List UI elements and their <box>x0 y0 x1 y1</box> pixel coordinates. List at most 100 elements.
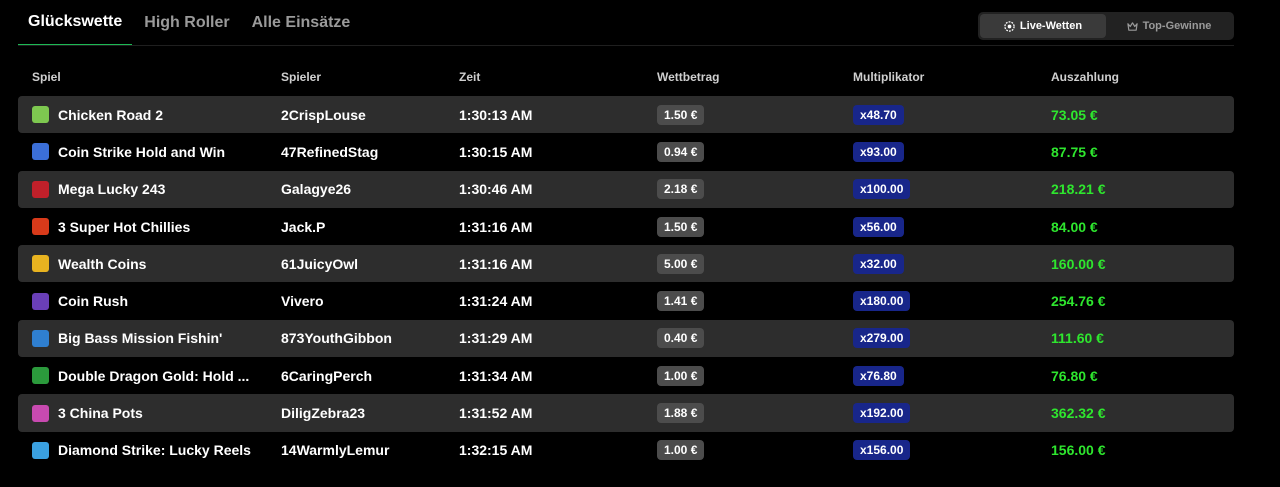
table-row[interactable]: Mega Lucky 243 Galagye26 1:30:46 AM 2.18 € x… <box>18 170 1234 208</box>
header-multiplier: Multiplikator <box>853 70 925 84</box>
game-cell[interactable]: Coin Rush <box>32 282 128 319</box>
player-name: Vivero <box>281 293 324 310</box>
game-name[interactable]: 3 Super Hot Chillies <box>58 219 190 235</box>
bet-time: 1:31:16 AM <box>459 255 533 272</box>
game-cell[interactable]: Mega Lucky 243 <box>32 171 165 208</box>
bet-time: 1:31:52 AM <box>459 405 533 422</box>
payout-amount: 254.76 € <box>1051 293 1106 310</box>
header-bet: Wettbetrag <box>657 70 720 84</box>
game-name[interactable]: Coin Strike Hold and Win <box>58 144 225 160</box>
table-row[interactable]: Double Dragon Gold: Hold ... 6CaringPerch… <box>18 357 1234 394</box>
bet-amount-badge: 1.00 € <box>657 365 705 386</box>
payout-amount: 76.80 € <box>1051 367 1098 384</box>
bets-table: Chicken Road 2 2CrispLouse 1:30:13 AM 1.50 … <box>18 96 1234 469</box>
bet-amount-badge: 1.50 € <box>657 104 705 125</box>
game-cell[interactable]: 3 China Pots <box>32 394 143 431</box>
coin-game-icon <box>32 143 49 161</box>
multiplier-cell: x93.00 <box>853 133 904 170</box>
bet-amount-cell: 1.00 € <box>657 357 705 394</box>
bet-time: 1:31:34 AM <box>459 367 533 384</box>
table-row[interactable]: 3 Super Hot Chillies Jack.P 1:31:16 AM 1.50… <box>18 208 1234 245</box>
multiplier-badge: x156.00 <box>853 440 911 461</box>
payout-amount: 87.75 € <box>1051 143 1098 160</box>
bet-amount-badge: 1.00 € <box>657 440 705 461</box>
payout-amount: 73.05 € <box>1051 106 1098 123</box>
bet-amount-badge: 0.40 € <box>657 328 705 349</box>
player-name: 6CaringPerch <box>281 367 373 384</box>
multiplier-badge: x192.00 <box>853 403 911 424</box>
tab-high-roller[interactable]: High Roller <box>134 0 239 46</box>
multiplier-badge: x56.00 <box>853 216 904 237</box>
table-row[interactable]: Coin Rush Vivero 1:31:24 AM 1.41 € x180.00 25… <box>18 282 1234 319</box>
player-name: 873YouthGibbon <box>281 330 392 347</box>
multiplier-badge: x32.00 <box>853 253 904 274</box>
bet-time: 1:30:13 AM <box>459 106 533 123</box>
payout-amount: 160.00 € <box>1051 255 1106 272</box>
game-cell[interactable]: Diamond Strike: Lucky Reels <box>32 432 251 469</box>
dragon-game-icon <box>32 367 49 385</box>
bet-amount-cell: 1.88 € <box>657 394 705 431</box>
multiplier-badge: x180.00 <box>853 291 911 312</box>
bet-amount-cell: 1.50 € <box>657 96 705 133</box>
bet-amount-cell: 1.00 € <box>657 432 705 469</box>
game-name[interactable]: Coin Rush <box>58 293 128 309</box>
crown-icon <box>1126 21 1138 31</box>
chilli-game-icon <box>32 218 49 236</box>
lucky-game-icon <box>32 180 49 198</box>
game-cell[interactable]: Big Bass Mission Fishin' <box>32 320 222 357</box>
table-row[interactable]: Big Bass Mission Fishin' 873YouthGibbon 1:… <box>18 319 1234 358</box>
top-wins-label: Top-Gewinne <box>1142 20 1212 32</box>
game-name[interactable]: Chicken Road 2 <box>58 107 163 123</box>
game-name[interactable]: Diamond Strike: Lucky Reels <box>58 442 251 458</box>
live-bets-label: Live-Wetten <box>1019 20 1083 32</box>
payout-amount: 362.32 € <box>1051 405 1106 422</box>
multiplier-cell: x76.80 <box>853 357 904 394</box>
wealth-coin-game-icon <box>32 255 49 273</box>
game-cell[interactable]: Wealth Coins <box>32 245 146 282</box>
header-payout: Auszahlung <box>1051 70 1119 84</box>
tab-alle-einsaetze[interactable]: Alle Einsätze <box>242 0 361 46</box>
payout-amount: 218.21 € <box>1051 181 1106 198</box>
game-name[interactable]: Double Dragon Gold: Hold ... <box>58 368 249 384</box>
table-row[interactable]: Coin Strike Hold and Win 47RefinedStag 1:3… <box>18 133 1234 170</box>
bet-category-tabs: Glückswette High Roller Alle Einsätze <box>18 0 362 46</box>
table-row[interactable]: Diamond Strike: Lucky Reels 14WarmlyLemur… <box>18 432 1234 469</box>
game-cell[interactable]: 3 Super Hot Chillies <box>32 208 190 245</box>
table-row[interactable]: Wealth Coins 61JuicyOwl 1:31:16 AM 5.00 € x3… <box>18 245 1234 283</box>
bet-amount-badge: 0.94 € <box>657 141 705 162</box>
diamond-game-icon <box>32 441 49 459</box>
multiplier-cell: x156.00 <box>853 432 911 469</box>
multiplier-cell: x279.00 <box>853 320 911 357</box>
game-name[interactable]: 3 China Pots <box>58 405 143 421</box>
bet-amount-cell: 0.94 € <box>657 133 705 170</box>
live-bets-button[interactable]: Live-Wetten <box>980 14 1106 38</box>
payout-amount: 111.60 € <box>1051 330 1104 347</box>
table-row[interactable]: 3 China Pots DiligZebra23 1:31:52 AM 1.88 €… <box>18 394 1234 432</box>
multiplier-badge: x48.70 <box>853 104 904 125</box>
bet-amount-badge: 1.50 € <box>657 216 705 237</box>
multiplier-badge: x76.80 <box>853 365 904 386</box>
game-name[interactable]: Big Bass Mission Fishin' <box>58 330 222 346</box>
payout-amount: 84.00 € <box>1051 218 1098 235</box>
game-name[interactable]: Wealth Coins <box>58 256 146 272</box>
table-row[interactable]: Chicken Road 2 2CrispLouse 1:30:13 AM 1.50 … <box>18 96 1234 134</box>
multiplier-cell: x56.00 <box>853 208 904 245</box>
tab-glueckswette[interactable]: Glückswette <box>18 0 133 46</box>
game-name[interactable]: Mega Lucky 243 <box>58 181 165 197</box>
multiplier-cell: x180.00 <box>853 282 911 319</box>
game-cell[interactable]: Double Dragon Gold: Hold ... <box>32 357 249 394</box>
bet-time: 1:30:15 AM <box>459 143 533 160</box>
game-cell[interactable]: Chicken Road 2 <box>32 96 163 133</box>
feed-toggle: Live-Wetten Top-Gewinne <box>978 12 1234 40</box>
bet-time: 1:32:15 AM <box>459 442 533 459</box>
bet-time: 1:30:46 AM <box>459 181 533 198</box>
player-name: Galagye26 <box>281 181 352 198</box>
bet-amount-badge: 1.88 € <box>657 403 705 424</box>
multiplier-cell: x48.70 <box>853 96 904 133</box>
multiplier-badge: x100.00 <box>853 179 911 200</box>
chicken-game-icon <box>32 106 49 124</box>
top-wins-button[interactable]: Top-Gewinne <box>1106 14 1232 38</box>
game-cell[interactable]: Coin Strike Hold and Win <box>32 133 225 170</box>
bet-time: 1:31:29 AM <box>459 330 533 347</box>
china-pots-game-icon <box>32 404 49 422</box>
